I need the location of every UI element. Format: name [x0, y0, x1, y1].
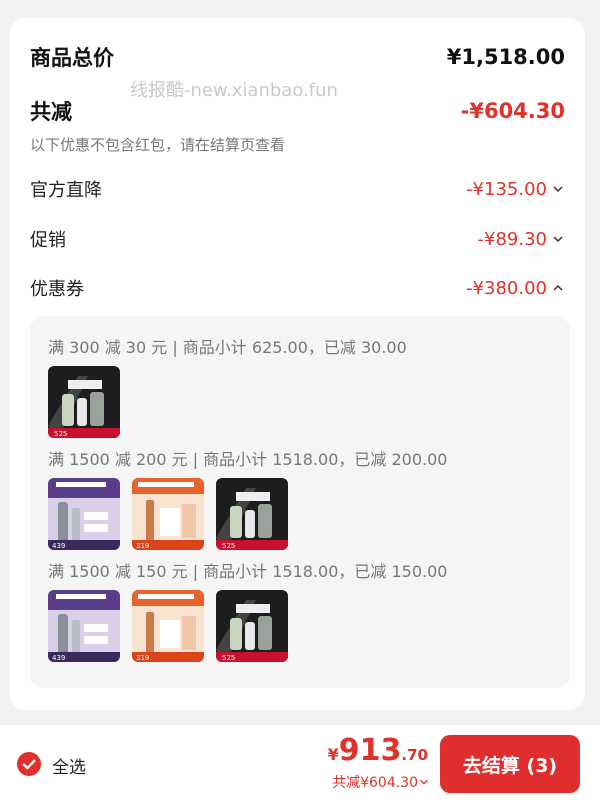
svg-text:439: 439 — [52, 654, 65, 662]
product-thumbnail-orange-cream[interactable]: 319 — [132, 590, 204, 662]
chevron-down-icon[interactable] — [551, 232, 565, 246]
product-thumbnail-dark-kit[interactable]: 525 — [216, 590, 288, 662]
total-decimal: .70 — [401, 746, 428, 764]
product-thumbnail-dark-kit[interactable]: 525 — [216, 478, 288, 550]
product-thumbnail-orange-cream[interactable]: 319 — [132, 478, 204, 550]
coupon-detail-panel: 满 300 减 30 元 | 商品小计 625.00，已减 30.00 525 … — [30, 316, 570, 688]
discount-row-promotion[interactable]: 促销 -¥89.30 — [30, 226, 565, 252]
coupon-products: 439 319 525 — [48, 590, 288, 662]
total-reduce-label: 共减 — [30, 100, 72, 124]
checkout-bar: 全选 ¥913.70 共减¥604.30 去结算 (3) — [0, 725, 600, 807]
price-detail-card: 商品总价 ¥1,518.00 线报酷-new.xianbao.fun 共减 -¥… — [10, 18, 585, 710]
discount-label: 促销 — [30, 230, 66, 251]
coupon-title: 满 1500 减 200 元 | 商品小计 1518.00，已减 200.00 — [48, 450, 448, 469]
total-integer: 913 — [338, 733, 402, 768]
discount-value: -¥380.00 — [466, 277, 547, 299]
coupon-title: 满 1500 减 150 元 | 商品小计 1518.00，已减 150.00 — [48, 562, 448, 581]
total-price-label: 商品总价 — [30, 46, 114, 70]
check-icon — [22, 759, 36, 770]
total-reduce-value: -¥604.30 — [460, 99, 565, 123]
discount-label: 优惠券 — [30, 279, 84, 300]
saved-amount: 共减¥604.30 — [332, 775, 418, 791]
chevron-down-icon — [420, 779, 428, 785]
discount-row-coupon[interactable]: 优惠券 -¥380.00 — [30, 275, 565, 301]
checkout-button[interactable]: 去结算 (3) — [440, 735, 580, 793]
chevron-up-icon[interactable] — [551, 281, 565, 295]
discount-label: 官方直降 — [30, 180, 102, 201]
product-thumbnail-dark-kit[interactable]: 525 — [48, 366, 120, 438]
chevron-down-icon[interactable] — [551, 182, 565, 196]
product-thumbnail-purple-serum[interactable]: 439 — [48, 478, 120, 550]
svg-text:319: 319 — [136, 542, 149, 550]
coupon-products: 525 — [48, 366, 120, 438]
discount-row-official[interactable]: 官方直降 -¥135.00 — [30, 176, 565, 202]
total-currency: ¥ — [327, 745, 339, 764]
payable-total: ¥913.70 — [328, 733, 428, 768]
total-reduce-row: 共减 -¥604.30 — [30, 96, 565, 126]
select-all-label[interactable]: 全选 — [52, 753, 86, 778]
coupon-products: 439 319 525 — [48, 478, 288, 550]
svg-text:319: 319 — [136, 654, 149, 662]
svg-text:439: 439 — [52, 542, 65, 550]
total-price-value: ¥1,518.00 — [446, 45, 565, 69]
discount-note: 以下优惠不包含红包，请在结算页查看 — [30, 136, 286, 154]
saved-summary[interactable]: 共减¥604.30 — [332, 772, 430, 792]
svg-text:525: 525 — [222, 654, 235, 662]
discount-value: -¥89.30 — [477, 228, 547, 250]
svg-text:525: 525 — [222, 542, 235, 550]
total-price-row: 商品总价 ¥1,518.00 — [30, 42, 565, 72]
discount-value: -¥135.00 — [466, 178, 547, 200]
svg-text:525: 525 — [54, 430, 67, 438]
product-thumbnail-purple-serum[interactable]: 439 — [48, 590, 120, 662]
select-all-checkbox[interactable] — [17, 752, 41, 776]
coupon-title: 满 300 减 30 元 | 商品小计 625.00，已减 30.00 — [48, 338, 407, 357]
